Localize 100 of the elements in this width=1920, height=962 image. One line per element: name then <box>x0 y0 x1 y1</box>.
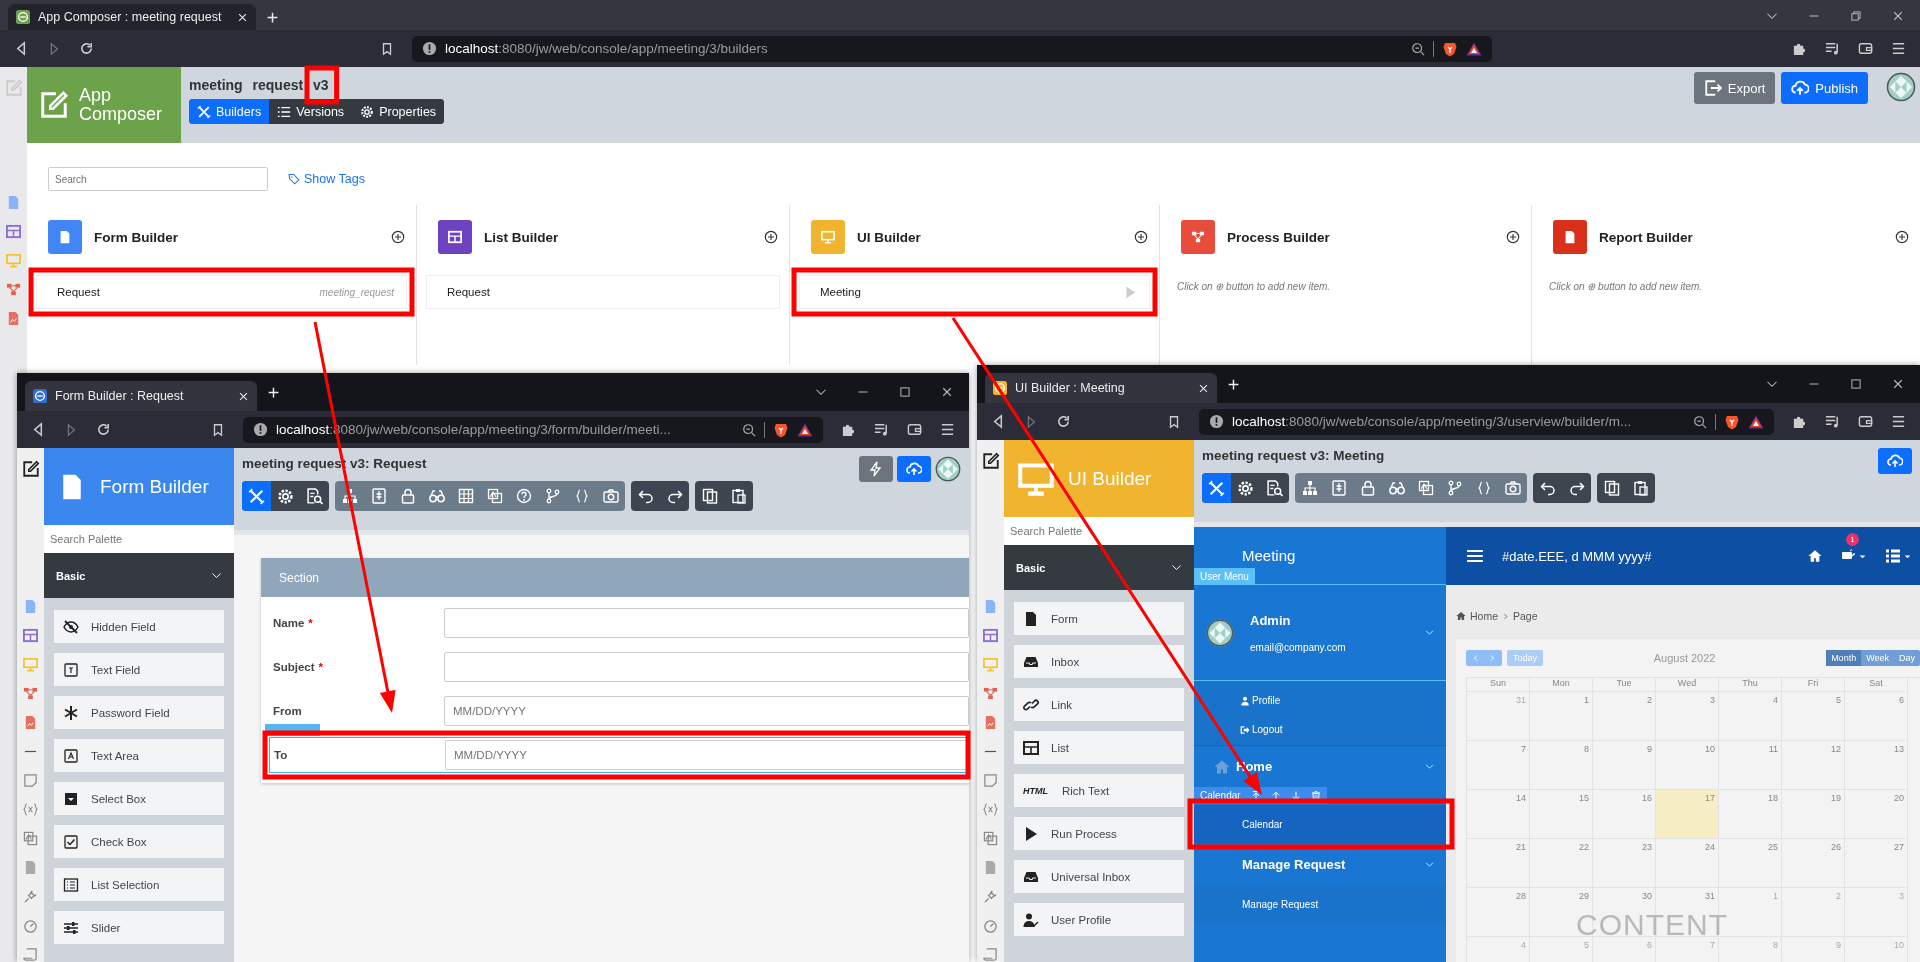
bookmark-icon[interactable] <box>1167 414 1181 429</box>
day-number[interactable]: 5 <box>1836 695 1841 705</box>
category-header[interactable]: Basic <box>1004 545 1194 590</box>
add-icon[interactable] <box>1895 230 1909 244</box>
search-field[interactable]: Search Palette <box>1004 517 1194 545</box>
menu-item[interactable]: Calendar <box>1242 818 1283 830</box>
day-number[interactable]: 30 <box>1642 891 1652 901</box>
edit-icon[interactable] <box>981 452 1000 470</box>
plug-icon[interactable] <box>23 889 38 904</box>
maximize-icon[interactable] <box>899 386 911 398</box>
branch-icon[interactable] <box>544 488 561 504</box>
builder-item[interactable]: Request <box>426 275 780 309</box>
list-icon[interactable] <box>1885 548 1901 564</box>
variables-icon[interactable] <box>23 802 38 817</box>
export-button[interactable]: Export <box>1693 72 1776 104</box>
day-number[interactable]: 23 <box>1642 842 1652 852</box>
day-number[interactable]: 6 <box>1899 695 1904 705</box>
new-tab-icon[interactable] <box>266 11 280 24</box>
info-icon[interactable] <box>253 422 268 437</box>
form-icon[interactable] <box>1330 480 1347 496</box>
playlist-icon[interactable] <box>1825 41 1840 56</box>
mode-button[interactable] <box>242 481 271 511</box>
shield-icon[interactable] <box>773 421 789 438</box>
show-tags-link[interactable]: Show Tags <box>288 172 365 186</box>
image-text-icon[interactable] <box>23 831 38 846</box>
palette-item[interactable]: Form <box>1014 602 1184 635</box>
avatar-icon[interactable] <box>1886 72 1916 102</box>
report-icon[interactable] <box>983 715 998 730</box>
info-icon[interactable] <box>422 41 437 56</box>
menu-icon[interactable] <box>1466 547 1484 565</box>
zoom-out-icon[interactable] <box>1693 414 1707 429</box>
builder-item[interactable]: Request meeting_request <box>36 275 407 309</box>
wallet-icon[interactable] <box>907 422 922 437</box>
playlist-icon[interactable] <box>1825 414 1840 429</box>
puzzle-icon[interactable] <box>841 422 856 437</box>
form-icon[interactable] <box>370 488 387 504</box>
day-number[interactable]: 10 <box>1894 940 1904 950</box>
browser-tab[interactable]: App Composer : meeting request <box>8 4 257 30</box>
nav-tab[interactable]: Builders <box>189 99 270 124</box>
copy-icon[interactable] <box>1603 480 1620 496</box>
input-field[interactable] <box>444 608 969 638</box>
day-number[interactable]: 14 <box>1516 793 1526 803</box>
day-number[interactable]: 16 <box>1642 793 1652 803</box>
help-icon[interactable] <box>515 488 532 504</box>
zoom-out-icon[interactable] <box>742 422 756 437</box>
view-button[interactable]: Week <box>1861 650 1894 666</box>
paste-icon[interactable] <box>730 488 747 504</box>
input-field[interactable]: MM/DD/YYYY <box>445 740 968 770</box>
breadcrumb-link[interactable]: Page <box>1513 610 1538 622</box>
add-icon[interactable] <box>764 230 778 244</box>
palette-item[interactable]: Password Field <box>54 696 224 729</box>
reload-icon[interactable] <box>1056 414 1071 429</box>
palette-item[interactable]: Text Area <box>54 739 224 772</box>
edit-icon[interactable] <box>21 460 40 478</box>
palette-item[interactable]: Link <box>1014 688 1184 721</box>
puzzle-icon[interactable] <box>1792 414 1807 429</box>
search-field[interactable]: Search <box>48 167 268 191</box>
palette-item[interactable]: Select Box <box>54 782 224 815</box>
palette-item[interactable]: List <box>1014 731 1184 764</box>
menu-link[interactable]: Logout <box>1240 724 1446 735</box>
image-text-icon[interactable] <box>1417 480 1434 496</box>
lock-icon[interactable] <box>399 488 416 504</box>
input-field[interactable] <box>444 652 969 682</box>
binoculars-icon[interactable] <box>428 488 445 504</box>
new-tab-icon[interactable] <box>267 385 280 399</box>
info-icon[interactable] <box>1209 414 1224 429</box>
undo-icon[interactable] <box>1539 480 1556 496</box>
add-icon[interactable] <box>391 230 405 244</box>
redo-icon[interactable] <box>666 488 683 504</box>
flowchart-icon[interactable] <box>983 686 998 701</box>
add-icon[interactable] <box>1134 230 1148 244</box>
plug-icon[interactable] <box>983 889 998 904</box>
day-number[interactable]: 12 <box>1831 744 1841 754</box>
day-number[interactable]: 29 <box>1579 891 1589 901</box>
reload-icon[interactable] <box>96 422 111 437</box>
palette-item[interactable]: Slider <box>54 911 224 944</box>
day-number[interactable]: 4 <box>1773 695 1778 705</box>
bookmark-icon[interactable] <box>211 422 225 437</box>
puzzle-icon[interactable] <box>1792 41 1807 56</box>
day-number[interactable]: 1 <box>1773 891 1778 901</box>
day-number[interactable]: 27 <box>1894 842 1904 852</box>
triangle-icon[interactable] <box>1466 40 1482 57</box>
wallet-icon[interactable] <box>1858 414 1873 429</box>
gauge-icon[interactable] <box>983 918 998 933</box>
flowchart-icon[interactable] <box>6 282 21 297</box>
restore-icon[interactable] <box>1850 10 1862 22</box>
day-number[interactable]: 8 <box>1584 744 1589 754</box>
menu-icon[interactable] <box>1891 41 1906 56</box>
home-icon[interactable] <box>1808 549 1822 563</box>
day-number[interactable]: 31 <box>1516 695 1526 705</box>
trash-icon[interactable] <box>1310 790 1321 801</box>
move-top-icon[interactable] <box>1250 790 1261 801</box>
day-number[interactable]: 8 <box>1773 940 1778 950</box>
grid-icon[interactable] <box>457 488 474 504</box>
close-icon[interactable] <box>1892 10 1904 22</box>
add-icon[interactable] <box>1506 230 1520 244</box>
report-icon[interactable] <box>23 715 38 730</box>
arrow-up-icon[interactable] <box>1270 790 1281 801</box>
palette-item[interactable]: Hidden Field <box>54 610 224 643</box>
table-icon[interactable] <box>983 628 998 643</box>
